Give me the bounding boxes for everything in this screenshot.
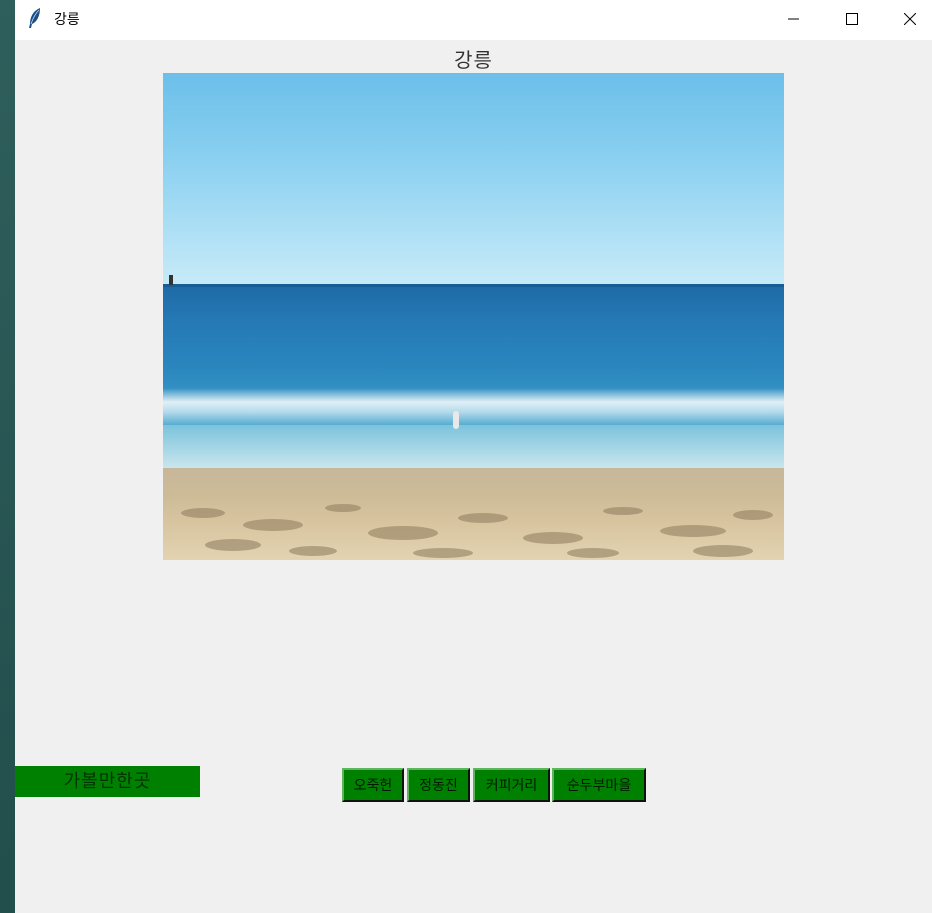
attractions-label: 가볼만한곳 <box>15 766 200 797</box>
maximize-button[interactable] <box>829 0 875 40</box>
coffee-street-button[interactable]: 커피거리 <box>473 768 550 802</box>
sky-region <box>163 73 784 287</box>
app-window: 강릉 강릉 가볼만한곳 오죽헌 정동진 커피거리 순두부마을 <box>15 0 932 913</box>
maximize-icon <box>846 13 858 25</box>
close-icon <box>904 13 916 25</box>
wave-foam <box>163 388 784 428</box>
beach-photo <box>163 73 784 560</box>
window-title: 강릉 <box>54 12 80 28</box>
horizon-line <box>163 284 784 287</box>
feather-icon <box>27 7 43 29</box>
city-heading: 강릉 <box>454 48 493 72</box>
buoy <box>169 275 173 285</box>
minimize-icon <box>788 18 799 20</box>
jeongdongjin-button[interactable]: 정동진 <box>407 768 470 802</box>
ojukheon-button[interactable]: 오죽헌 <box>342 768 404 802</box>
footprints <box>181 504 773 558</box>
minimize-button[interactable] <box>771 0 817 40</box>
close-button[interactable] <box>887 0 932 40</box>
seagull <box>453 411 459 429</box>
sundubu-village-button[interactable]: 순두부마을 <box>552 768 646 802</box>
title-bar[interactable]: 강릉 <box>15 0 932 40</box>
